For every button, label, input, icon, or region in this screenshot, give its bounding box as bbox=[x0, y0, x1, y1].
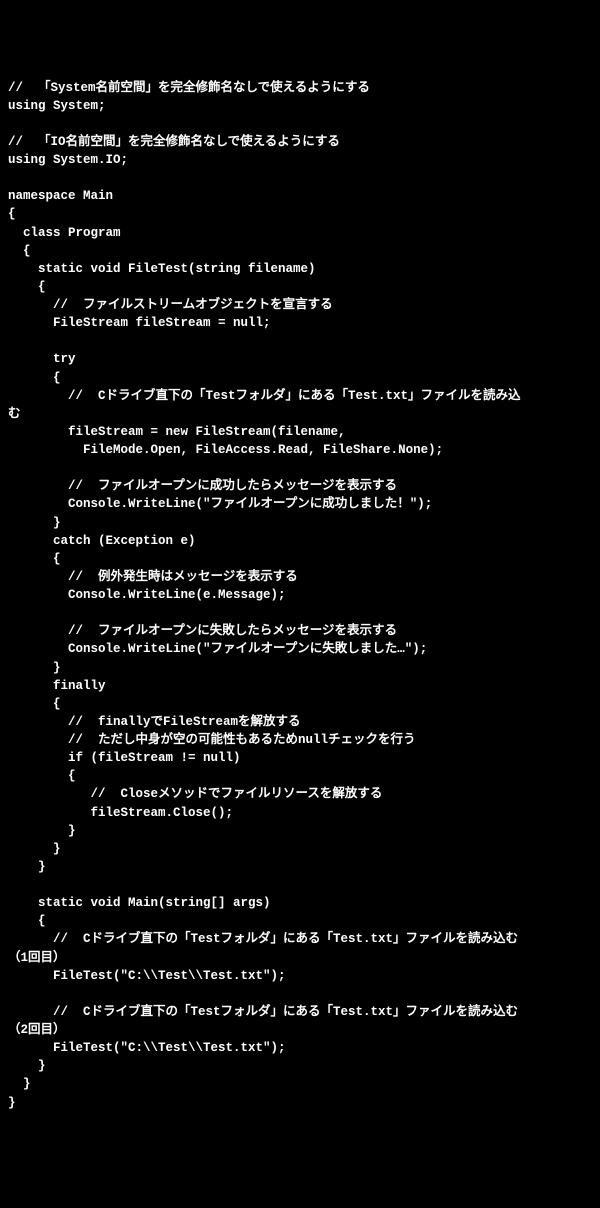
code-line: class Program bbox=[8, 224, 592, 242]
code-line: // ファイルオープンに成功したらメッセージを表示する bbox=[8, 477, 592, 495]
code-line bbox=[8, 332, 592, 350]
code-line bbox=[8, 169, 592, 187]
code-line bbox=[8, 985, 592, 1003]
code-line bbox=[8, 876, 592, 894]
code-line: // 例外発生時はメッセージを表示する bbox=[8, 568, 592, 586]
code-line: namespace Main bbox=[8, 187, 592, 205]
code-line: Console.WriteLine("ファイルオープンに失敗しました…"); bbox=[8, 640, 592, 658]
code-line: FileTest("C:\\Test\\Test.txt"); bbox=[8, 967, 592, 985]
code-line: （2回目） bbox=[8, 1021, 592, 1039]
code-line: { bbox=[8, 550, 592, 568]
code-line: } bbox=[8, 822, 592, 840]
code-line: using System.IO; bbox=[8, 151, 592, 169]
code-line: // Cドライブ直下の「Testフォルダ」にある「Test.txt」ファイルを読… bbox=[8, 1003, 592, 1021]
code-line: finally bbox=[8, 677, 592, 695]
code-line: } bbox=[8, 858, 592, 876]
code-block: // 「System名前空間」を完全修飾名なしで使えるようにするusing Sy… bbox=[8, 79, 592, 1112]
code-line: // Cドライブ直下の「Testフォルダ」にある「Test.txt」ファイルを読… bbox=[8, 387, 592, 405]
code-line: Console.WriteLine(e.Message); bbox=[8, 586, 592, 604]
code-line: （1回目） bbox=[8, 949, 592, 967]
code-line: catch (Exception e) bbox=[8, 532, 592, 550]
code-line bbox=[8, 604, 592, 622]
code-line bbox=[8, 115, 592, 133]
code-line: む bbox=[8, 405, 592, 423]
code-line: FileTest("C:\\Test\\Test.txt"); bbox=[8, 1039, 592, 1057]
code-line: { bbox=[8, 912, 592, 930]
code-line: } bbox=[8, 1075, 592, 1093]
code-line: { bbox=[8, 695, 592, 713]
code-line: // ファイルストリームオブジェクトを宣言する bbox=[8, 296, 592, 314]
code-line: fileStream.Close(); bbox=[8, 804, 592, 822]
code-line: static void FileTest(string filename) bbox=[8, 260, 592, 278]
code-line: { bbox=[8, 369, 592, 387]
code-line: using System; bbox=[8, 97, 592, 115]
code-line: { bbox=[8, 767, 592, 785]
code-line: static void Main(string[] args) bbox=[8, 894, 592, 912]
code-line bbox=[8, 459, 592, 477]
code-line: // 「IO名前空間」を完全修飾名なしで使えるようにする bbox=[8, 133, 592, 151]
code-line: { bbox=[8, 242, 592, 260]
code-line: // 「System名前空間」を完全修飾名なしで使えるようにする bbox=[8, 79, 592, 97]
code-line: } bbox=[8, 1057, 592, 1075]
code-line: fileStream = new FileStream(filename, bbox=[8, 423, 592, 441]
code-line: // finallyでFileStreamを解放する bbox=[8, 713, 592, 731]
code-line: FileStream fileStream = null; bbox=[8, 314, 592, 332]
code-line: Console.WriteLine("ファイルオープンに成功しました！"); bbox=[8, 495, 592, 513]
code-line: if (fileStream != null) bbox=[8, 749, 592, 767]
code-line: // ただし中身が空の可能性もあるためnullチェックを行う bbox=[8, 731, 592, 749]
code-line: } bbox=[8, 840, 592, 858]
code-line: // ファイルオープンに失敗したらメッセージを表示する bbox=[8, 622, 592, 640]
code-line: { bbox=[8, 278, 592, 296]
code-line: try bbox=[8, 350, 592, 368]
code-line: { bbox=[8, 205, 592, 223]
code-line: } bbox=[8, 514, 592, 532]
code-line: } bbox=[8, 659, 592, 677]
code-line: // Closeメソッドでファイルリソースを解放する bbox=[8, 785, 592, 803]
code-line: } bbox=[8, 1094, 592, 1112]
code-line: FileMode.Open, FileAccess.Read, FileShar… bbox=[8, 441, 592, 459]
